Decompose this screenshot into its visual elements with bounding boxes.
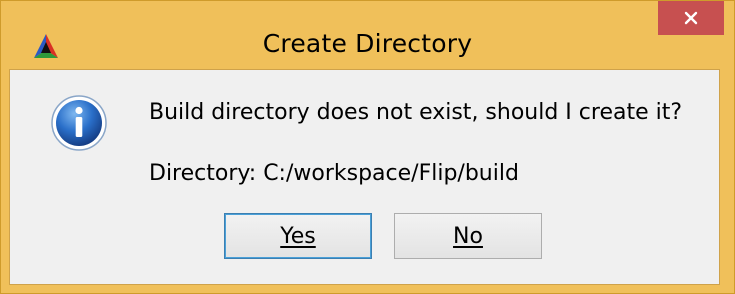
close-icon bbox=[684, 11, 698, 25]
close-button[interactable] bbox=[658, 1, 724, 35]
directory-path: Directory: C:/workspace/Flip/build bbox=[149, 161, 519, 186]
dialog-body: Build directory does not exist, should I… bbox=[9, 69, 720, 285]
dialog-message: Build directory does not exist, should I… bbox=[149, 100, 683, 125]
yes-button[interactable]: Yes bbox=[224, 213, 372, 259]
info-icon bbox=[50, 94, 108, 152]
no-button[interactable]: No bbox=[394, 213, 542, 259]
dialog-window: Create Directory Build directory does no… bbox=[0, 0, 735, 294]
window-title: Create Directory bbox=[262, 29, 473, 58]
